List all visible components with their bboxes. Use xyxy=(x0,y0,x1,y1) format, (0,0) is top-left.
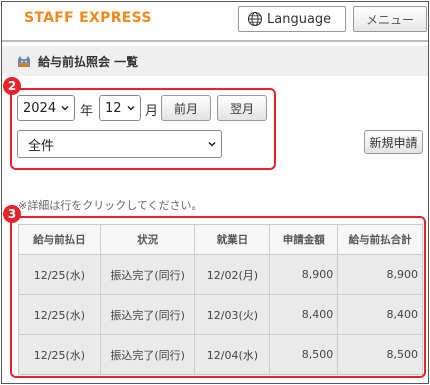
header: STAFF EXPRESS Language メニュー xyxy=(2,2,428,36)
new-request-button[interactable]: 新規申請 xyxy=(364,130,423,154)
annotation-badge-2: 2 xyxy=(3,77,21,95)
page-title: 給与前払照会 一覧 xyxy=(38,54,139,69)
mascot-icon xyxy=(18,56,30,67)
globe-icon xyxy=(247,11,263,27)
language-button[interactable]: Language xyxy=(238,6,346,32)
page-title-bar: 給与前払照会 一覧 xyxy=(2,46,428,76)
annotation-box-3 xyxy=(10,216,426,378)
header-divider xyxy=(2,40,428,42)
annotation-box-2 xyxy=(10,88,276,170)
language-label: Language xyxy=(267,11,332,27)
annotation-badge-3: 3 xyxy=(3,205,21,223)
menu-button[interactable]: メニュー xyxy=(353,6,427,32)
brand-logo[interactable]: STAFF EXPRESS xyxy=(24,10,152,26)
instruction-note: ※詳細は行をクリックしてください。 xyxy=(18,199,203,212)
